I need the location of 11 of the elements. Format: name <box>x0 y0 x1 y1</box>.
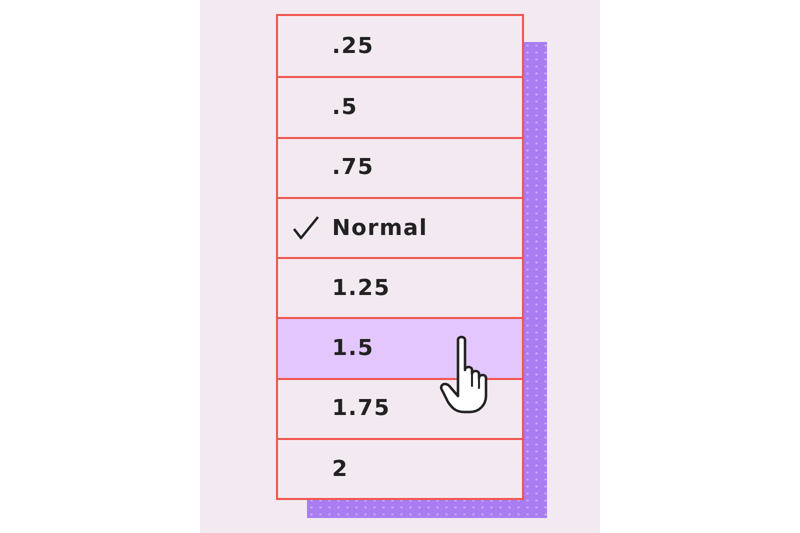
menu-item[interactable]: 1.25 <box>278 257 522 318</box>
speed-label: 1.25 <box>332 274 390 303</box>
speed-label: .5 <box>332 94 358 122</box>
speed-label: .25 <box>332 32 374 61</box>
menu-item[interactable]: 1.5 <box>278 317 522 378</box>
speed-label: 1.75 <box>332 395 390 424</box>
speed-label: 2 <box>332 456 348 484</box>
speed-label: Normal <box>332 214 428 243</box>
speed-label: 1.5 <box>332 335 374 364</box>
speed-label: .75 <box>332 154 374 182</box>
checkmark-icon <box>292 215 320 242</box>
